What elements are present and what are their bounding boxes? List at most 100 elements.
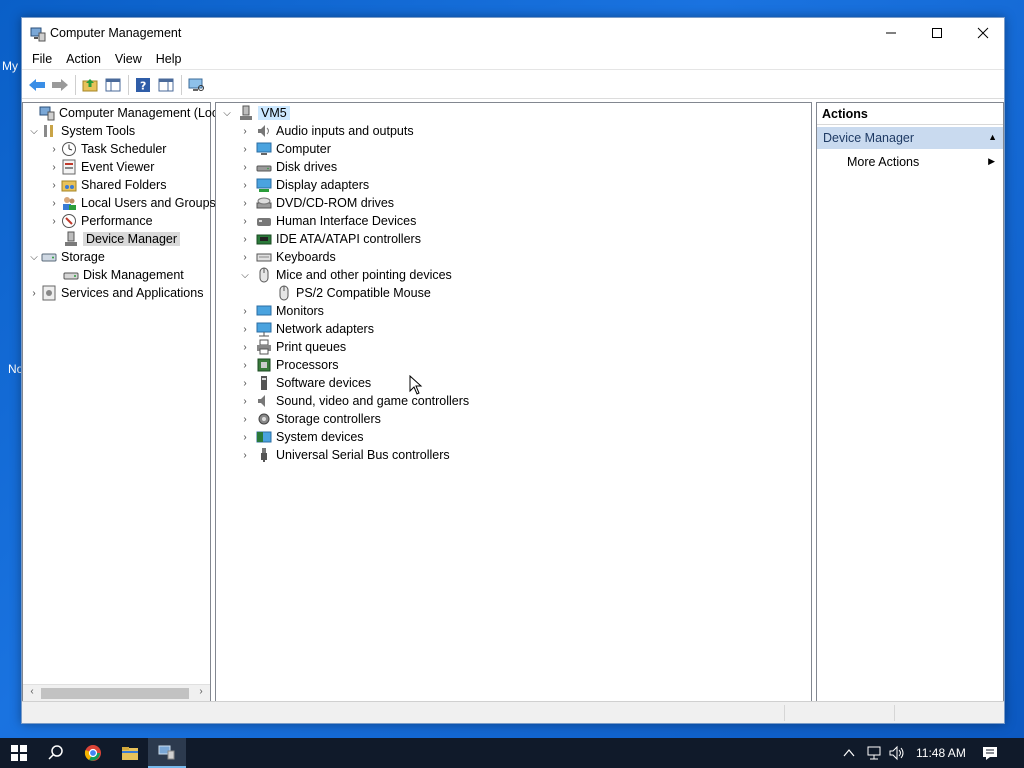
chevron-right-icon[interactable]: › [238,140,252,158]
tree-item-label: Disk Management [83,268,184,282]
up-folder-button[interactable] [79,74,101,96]
chevron-right-icon[interactable]: › [238,446,252,464]
device-tree-root[interactable]: ⌵ VM5 [220,104,290,122]
chevron-right-icon[interactable]: › [238,410,252,428]
chevron-right-icon[interactable]: › [238,302,252,320]
chevron-down-icon[interactable]: ⌵ [220,104,234,122]
chevron-right-icon[interactable]: › [27,284,41,302]
services-icon [42,285,56,301]
device-category[interactable]: › Sound, video and game controllers [238,392,469,410]
start-button[interactable] [0,738,38,768]
device-category-label: Keyboards [276,250,336,264]
device-category[interactable]: › Universal Serial Bus controllers [238,446,450,464]
device-item[interactable]: PS/2 Compatible Mouse [276,284,431,302]
chevron-down-icon[interactable]: ⌵ [27,122,41,140]
forward-button[interactable] [49,74,71,96]
chevron-right-icon[interactable]: › [238,356,252,374]
volume-tray-button[interactable] [888,738,906,768]
device-category[interactable]: › Software devices [238,374,371,392]
chrome-icon [84,745,101,761]
chevron-right-icon[interactable]: › [238,392,252,410]
action-center-button[interactable] [982,738,998,768]
chevron-right-icon[interactable]: › [238,194,252,212]
scroll-right-icon[interactable]: › [194,686,208,700]
chevron-right-icon[interactable]: › [238,122,252,140]
horizontal-scrollbar[interactable]: ‹ › [23,684,210,701]
chevron-right-icon[interactable]: › [47,158,61,176]
device-category[interactable]: › Print queues [238,338,346,356]
device-category[interactable]: › Computer [238,140,331,158]
device-category[interactable]: › Monitors [238,302,324,320]
maximize-button[interactable] [914,18,960,48]
tree-item-performance[interactable]: › Performance [47,212,153,230]
mouse-cursor-icon [409,375,423,395]
tree-item-disk-management[interactable]: Disk Management [61,266,184,284]
chevron-right-icon[interactable]: › [47,140,61,158]
menu-file[interactable]: File [26,48,58,69]
device-category[interactable]: › Display adapters [238,176,369,194]
chevron-right-icon[interactable]: › [238,158,252,176]
clock[interactable]: 11:48 AM [916,738,966,768]
chrome-taskbar-button[interactable] [74,738,112,768]
tree-item-local-users[interactable]: › Local Users and Groups [47,194,216,212]
chevron-right-icon[interactable]: › [238,428,252,446]
device-category[interactable]: › Storage controllers [238,410,381,428]
chevron-right-icon[interactable]: › [47,194,61,212]
device-category[interactable]: › Keyboards [238,248,336,266]
device-category[interactable]: › IDE ATA/ATAPI controllers [238,230,421,248]
device-category[interactable]: › Network adapters [238,320,374,338]
device-category-label: Mice and other pointing devices [276,268,452,282]
device-category[interactable]: › Audio inputs and outputs [238,122,413,140]
chevron-right-icon[interactable]: › [47,212,61,230]
more-actions-item[interactable]: More Actions ▶ [817,151,1003,173]
close-button[interactable] [960,18,1006,48]
chevron-right-icon[interactable]: › [238,338,252,356]
menu-view[interactable]: View [109,48,148,69]
chevron-down-icon[interactable]: ⌵ [238,266,252,284]
computer-management-taskbar-button[interactable] [148,738,186,768]
chevron-right-icon[interactable]: › [238,248,252,266]
tree-item-system-tools[interactable]: ⌵ System Tools [27,122,135,140]
chevron-right-icon[interactable]: › [238,230,252,248]
chevron-right-icon[interactable]: › [238,212,252,230]
chevron-right-icon[interactable]: › [47,176,61,194]
scrollbar-thumb[interactable] [41,688,189,699]
tree-item-storage[interactable]: ⌵ Storage [27,248,105,266]
chevron-down-icon[interactable]: ⌵ [27,248,41,266]
chevron-right-icon[interactable]: › [238,374,252,392]
scan-hardware-button[interactable] [185,74,207,96]
device-category-expanded[interactable]: ⌵ Mice and other pointing devices [238,266,452,284]
help-button[interactable]: ? [132,74,154,96]
chevron-right-icon[interactable]: › [238,176,252,194]
device-category[interactable]: › DVD/CD-ROM drives [238,194,394,212]
actions-pane: Actions Device Manager ▲ More Actions ▶ [816,102,1004,702]
file-explorer-taskbar-button[interactable] [111,738,149,768]
title-bar[interactable]: Computer Management [22,18,1004,50]
show-hidden-icons-button[interactable] [843,738,855,768]
network-tray-button[interactable] [865,738,883,768]
show-hide-tree-button[interactable] [102,74,124,96]
device-category[interactable]: › System devices [238,428,363,446]
device-category-label: Human Interface Devices [276,214,417,228]
search-button[interactable] [37,738,75,768]
minimize-button[interactable] [868,18,914,48]
tree-root[interactable]: Computer Management (Local [25,104,228,122]
device-category[interactable]: › Disk drives [238,158,337,176]
collapse-up-icon[interactable]: ▲ [988,132,997,142]
device-category[interactable]: › Human Interface Devices [238,212,416,230]
tree-item-shared-folders[interactable]: › Shared Folders [47,176,166,194]
tree-item-event-viewer[interactable]: › Event Viewer [47,158,154,176]
back-button[interactable] [26,74,48,96]
device-item-label: PS/2 Compatible Mouse [296,286,431,300]
chevron-right-icon[interactable]: › [238,320,252,338]
show-action-pane-button[interactable] [155,74,177,96]
menu-action[interactable]: Action [60,48,107,69]
display-adapter-icon [256,178,272,192]
menu-help[interactable]: Help [150,48,188,69]
actions-section-device-manager[interactable]: Device Manager ▲ [817,127,1003,149]
tree-item-task-scheduler[interactable]: › Task Scheduler [47,140,166,158]
tree-item-services[interactable]: › Services and Applications [27,284,203,302]
tree-item-device-manager[interactable]: Device Manager [61,230,181,248]
scroll-left-icon[interactable]: ‹ [25,686,39,700]
device-category[interactable]: › Processors [238,356,338,374]
